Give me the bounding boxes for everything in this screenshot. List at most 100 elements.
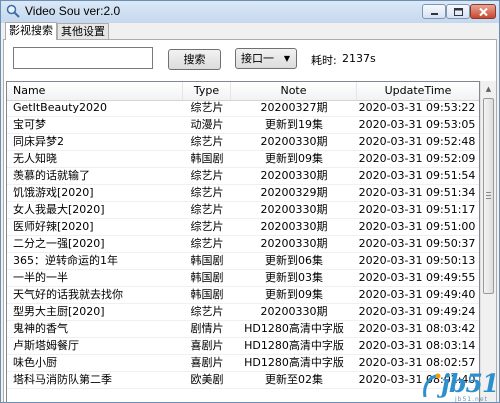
chevron-down-icon: ▼ [283, 54, 290, 63]
table-row[interactable]: 塔科马消防队第二季 欧美剧 更新至02集 2020-03-31 08:02:40 [7, 372, 479, 389]
cell-type: 欧美剧 [190, 373, 224, 386]
table-row[interactable]: 365：逆转命运的1年 韩国剧 更新到06集 2020-03-31 09:50:… [7, 253, 479, 270]
maximize-button[interactable] [446, 4, 470, 19]
table-row[interactable]: 羡慕的话就输了 综艺片 20200330期 2020-03-31 09:51:5… [7, 168, 479, 185]
cell-note: 20200330期 [260, 135, 328, 148]
cell-note: 更新到19集 [265, 118, 323, 131]
column-header-type[interactable]: Type [183, 82, 231, 100]
column-header-name[interactable]: Name [7, 82, 183, 100]
cell-type: 韩国剧 [190, 271, 224, 284]
table-row[interactable]: 医师好辣[2020] 综艺片 20200330期 2020-03-31 09:5… [7, 219, 479, 236]
cell-name: 无人知晓 [13, 152, 57, 165]
scrollbar-thumb[interactable] [483, 98, 494, 294]
cell-name: 味色小厨 [13, 356, 57, 369]
cell-name: 宝可梦 [13, 118, 46, 131]
cell-name: 塔科马消防队第二季 [13, 373, 112, 386]
table-row[interactable]: 饥饿游戏[2020] 综艺片 20200329期 2020-03-31 09:5… [7, 185, 479, 202]
minimize-icon [431, 13, 438, 15]
tab-other-settings[interactable]: 其他设置 [57, 23, 109, 39]
cell-note: 20200330期 [260, 169, 328, 182]
search-button[interactable]: 搜索 [168, 49, 221, 70]
vertical-scrollbar[interactable]: ▲ [480, 81, 496, 402]
table-row[interactable]: 天气好的话我就去找你 韩国剧 更新到09集 2020-03-31 09:49:4… [7, 287, 479, 304]
cell-name: 天气好的话我就去找你 [13, 288, 123, 301]
cell-type: 综艺片 [190, 305, 224, 318]
close-button[interactable] [470, 4, 496, 19]
cell-type: 综艺片 [190, 203, 224, 216]
cell-type: 综艺片 [190, 169, 224, 182]
cell-name: 同床异梦2 [13, 135, 64, 148]
cell-note: HD1280高清中字版 [244, 322, 344, 335]
cell-note: 更新到09集 [265, 152, 323, 165]
cell-type: 综艺片 [190, 220, 224, 233]
column-header-note[interactable]: Note [231, 82, 357, 100]
cell-name: GetItBeauty2020 [13, 101, 108, 114]
cell-type: 综艺片 [190, 237, 224, 250]
cell-note: 更新至02集 [265, 373, 323, 386]
watermark-logo: jb51 jb51.net [419, 369, 499, 402]
app-window: Video Sou ver:2.0 影视搜索 其他设置 搜索 接口一 ▼ 耗时:… [0, 0, 500, 403]
cell-name: 一半的一半 [13, 271, 68, 284]
search-input[interactable] [13, 47, 153, 69]
table-row[interactable]: GetItBeauty2020 综艺片 20200327期 2020-03-31… [7, 100, 479, 117]
results-list[interactable]: Name Type Note UpdateTime GetItBeauty202… [6, 81, 480, 402]
table-row[interactable]: 型男大主厨[2020] 综艺片 20200330期 2020-03-31 09:… [7, 304, 479, 321]
table-row[interactable]: 女人我最大[2020] 综艺片 20200330期 2020-03-31 09:… [7, 202, 479, 219]
cell-name: 型男大主厨[2020] [13, 305, 105, 318]
cell-note: 更新到09集 [265, 288, 323, 301]
minimize-button[interactable] [422, 4, 446, 19]
cell-updatetime: 2020-03-31 09:50:37 [358, 237, 476, 250]
cell-updatetime: 2020-03-31 09:53:22 [358, 101, 476, 114]
table-row[interactable]: 二分之一强[2020] 综艺片 20200330期 2020-03-31 09:… [7, 236, 479, 253]
cell-updatetime: 2020-03-31 09:51:00 [358, 220, 476, 233]
cell-type: 喜剧片 [190, 356, 224, 369]
elapsed-label: 耗时: [311, 54, 337, 67]
scroll-up-icon[interactable]: ▲ [481, 81, 496, 97]
cell-name: 饥饿游戏[2020] [13, 186, 94, 199]
elapsed-value: 2137s [342, 52, 376, 65]
table-row[interactable]: 同床异梦2 综艺片 20200330期 2020-03-31 09:52:48 [7, 134, 479, 151]
table-row[interactable]: 鬼神的香气 剧情片 HD1280高清中字版 2020-03-31 08:03:4… [7, 321, 479, 338]
close-icon [479, 7, 488, 17]
cell-updatetime: 2020-03-31 09:50:13 [358, 254, 476, 267]
title-bar[interactable]: Video Sou ver:2.0 [1, 1, 499, 23]
cell-updatetime: 2020-03-31 09:51:54 [358, 169, 476, 182]
grip-line [486, 195, 491, 196]
cell-type: 综艺片 [190, 186, 224, 199]
cell-name: 医师好辣[2020] [13, 220, 94, 233]
table-row[interactable]: 卢斯塔姆餐厅 喜剧片 HD1280高清中字版 2020-03-31 08:03:… [7, 338, 479, 355]
maximize-icon [454, 8, 463, 16]
magnifier-icon [6, 4, 20, 18]
cell-updatetime: 2020-03-31 09:51:34 [358, 186, 476, 199]
table-row[interactable]: 味色小厨 喜剧片 HD1280高清中字版 2020-03-31 08:02:57 [7, 355, 479, 372]
cell-type: 动漫片 [190, 118, 224, 131]
cell-updatetime: 2020-03-31 08:03:42 [358, 322, 476, 335]
cell-updatetime: 2020-03-31 09:49:24 [358, 305, 476, 318]
cell-updatetime: 2020-03-31 09:49:40 [358, 288, 476, 301]
tab-video-search[interactable]: 影视搜索 [5, 22, 57, 40]
table-row[interactable]: 一半的一半 韩国剧 更新到03集 2020-03-31 09:49:55 [7, 270, 479, 287]
cell-note: 20200329期 [260, 186, 328, 199]
cell-note: 更新到06集 [265, 254, 323, 267]
watermark-text: jb51 [441, 369, 499, 398]
table-row[interactable]: 无人知晓 韩国剧 更新到09集 2020-03-31 09:52:09 [7, 151, 479, 168]
cell-name: 卢斯塔姆餐厅 [13, 339, 79, 352]
tab-bar: 影视搜索 其他设置 [3, 22, 497, 40]
cell-note: 20200330期 [260, 203, 328, 216]
column-header-updatetime[interactable]: UpdateTime [357, 82, 479, 100]
api-select[interactable]: 接口一 ▼ [235, 48, 297, 69]
cell-name: 二分之一强[2020] [13, 237, 105, 250]
cell-updatetime: 2020-03-31 09:49:55 [358, 271, 476, 284]
list-header: Name Type Note UpdateTime [7, 82, 479, 101]
cell-note: HD1280高清中字版 [244, 339, 344, 352]
cell-name: 365：逆转命运的1年 [13, 254, 118, 267]
cell-note: 20200330期 [260, 220, 328, 233]
table-row[interactable]: 宝可梦 动漫片 更新到19集 2020-03-31 09:53:05 [7, 117, 479, 134]
api-select-value: 接口一 [241, 52, 274, 65]
cell-name: 女人我最大[2020] [13, 203, 105, 216]
cell-updatetime: 2020-03-31 09:52:09 [358, 152, 476, 165]
cell-updatetime: 2020-03-31 09:52:48 [358, 135, 476, 148]
cell-type: 韩国剧 [190, 288, 224, 301]
cell-note: 20200327期 [260, 101, 328, 114]
cell-updatetime: 2020-03-31 08:03:14 [358, 339, 476, 352]
